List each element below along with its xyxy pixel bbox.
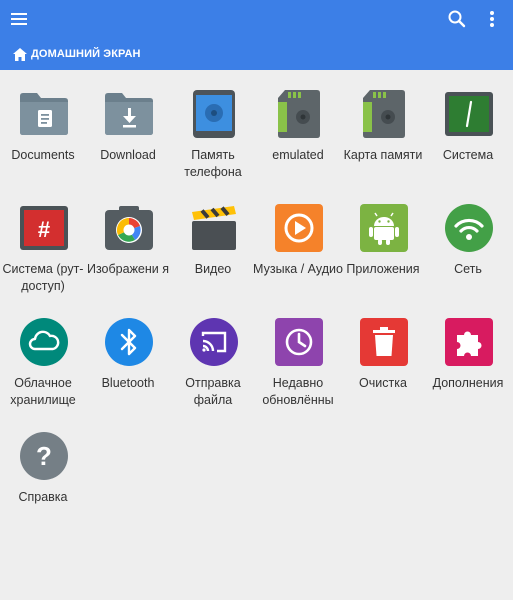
item-phone-storage[interactable]: Память телефона xyxy=(170,70,256,184)
search-icon[interactable] xyxy=(446,8,468,30)
item-label: Музыка / Аудио xyxy=(253,262,343,276)
root-terminal-icon: # xyxy=(20,206,68,250)
item-label: Видео xyxy=(194,262,232,276)
item-label: Изображени я xyxy=(86,262,170,276)
item-label: Download xyxy=(100,148,156,162)
item-label: Отправка файла xyxy=(185,376,241,407)
wifi-icon xyxy=(445,204,493,252)
item-bluetooth[interactable]: Bluetooth xyxy=(85,298,171,412)
item-label: Недавно обновлённы xyxy=(262,376,334,407)
cast-icon xyxy=(190,318,238,366)
item-emulated[interactable]: emulated xyxy=(255,70,341,184)
item-send-file[interactable]: Отправка файла xyxy=(170,298,256,412)
item-label: Справка xyxy=(18,490,68,504)
trash-icon xyxy=(360,318,408,366)
help-icon: ? xyxy=(20,432,68,480)
item-label: Память телефона xyxy=(184,148,242,179)
download-folder-icon xyxy=(105,93,153,135)
item-label: Дополнения xyxy=(432,376,504,390)
item-documents[interactable]: Documents xyxy=(0,70,86,184)
breadcrumb[interactable]: ДОМАШНИЙ ЭКРАН xyxy=(13,46,141,62)
svg-text:#: # xyxy=(38,217,50,242)
item-label: Облачное хранилище xyxy=(10,376,76,407)
item-label: Сеть xyxy=(454,262,482,276)
cloud-icon xyxy=(20,318,68,366)
home-icon xyxy=(13,47,27,61)
phone-storage-icon xyxy=(193,90,235,138)
puzzle-icon xyxy=(445,318,493,366)
item-label: Система xyxy=(442,148,494,162)
item-video[interactable]: Видео xyxy=(170,184,256,298)
item-label: Карта памяти xyxy=(343,148,423,162)
item-label: Очистка xyxy=(359,376,407,390)
android-icon xyxy=(360,204,408,252)
bluetooth-icon xyxy=(105,318,153,366)
item-label: Система (рут-доступ) xyxy=(2,262,84,293)
item-system-root[interactable]: # Система (рут-доступ) xyxy=(0,184,86,298)
clock-icon xyxy=(275,318,323,366)
item-label: Documents xyxy=(11,148,75,162)
item-addons[interactable]: Дополнения xyxy=(425,298,511,412)
item-system[interactable]: Система xyxy=(425,70,511,184)
item-network[interactable]: Сеть xyxy=(425,184,511,298)
item-memory-card[interactable]: Карта памяти xyxy=(340,70,426,184)
item-music[interactable]: Музыка / Аудио xyxy=(253,184,343,298)
item-label: emulated xyxy=(272,148,324,162)
terminal-icon xyxy=(445,92,493,136)
item-recent[interactable]: Недавно обновлённы xyxy=(255,298,341,412)
sd-card-icon xyxy=(363,90,405,138)
hamburger-menu-icon[interactable] xyxy=(8,8,30,30)
music-play-icon xyxy=(275,204,323,252)
more-vert-icon[interactable] xyxy=(484,8,500,30)
svg-text:?: ? xyxy=(36,441,52,471)
breadcrumb-label: ДОМАШНИЙ ЭКРАН xyxy=(31,48,141,60)
sd-card-icon xyxy=(278,90,320,138)
item-cleanup[interactable]: Очистка xyxy=(340,298,426,412)
item-images[interactable]: Изображени я xyxy=(85,184,171,298)
clapperboard-icon xyxy=(192,206,236,250)
item-download[interactable]: Download xyxy=(85,70,171,184)
item-help[interactable]: ? Справка xyxy=(0,412,86,526)
item-label: Приложения xyxy=(346,262,420,276)
item-apps[interactable]: Приложения xyxy=(340,184,426,298)
item-cloud-storage[interactable]: Облачное хранилище xyxy=(0,298,86,412)
item-label: Bluetooth xyxy=(101,376,155,390)
documents-folder-icon xyxy=(20,93,68,135)
camera-icon xyxy=(105,206,153,250)
app-bar: ДОМАШНИЙ ЭКРАН xyxy=(0,0,513,70)
